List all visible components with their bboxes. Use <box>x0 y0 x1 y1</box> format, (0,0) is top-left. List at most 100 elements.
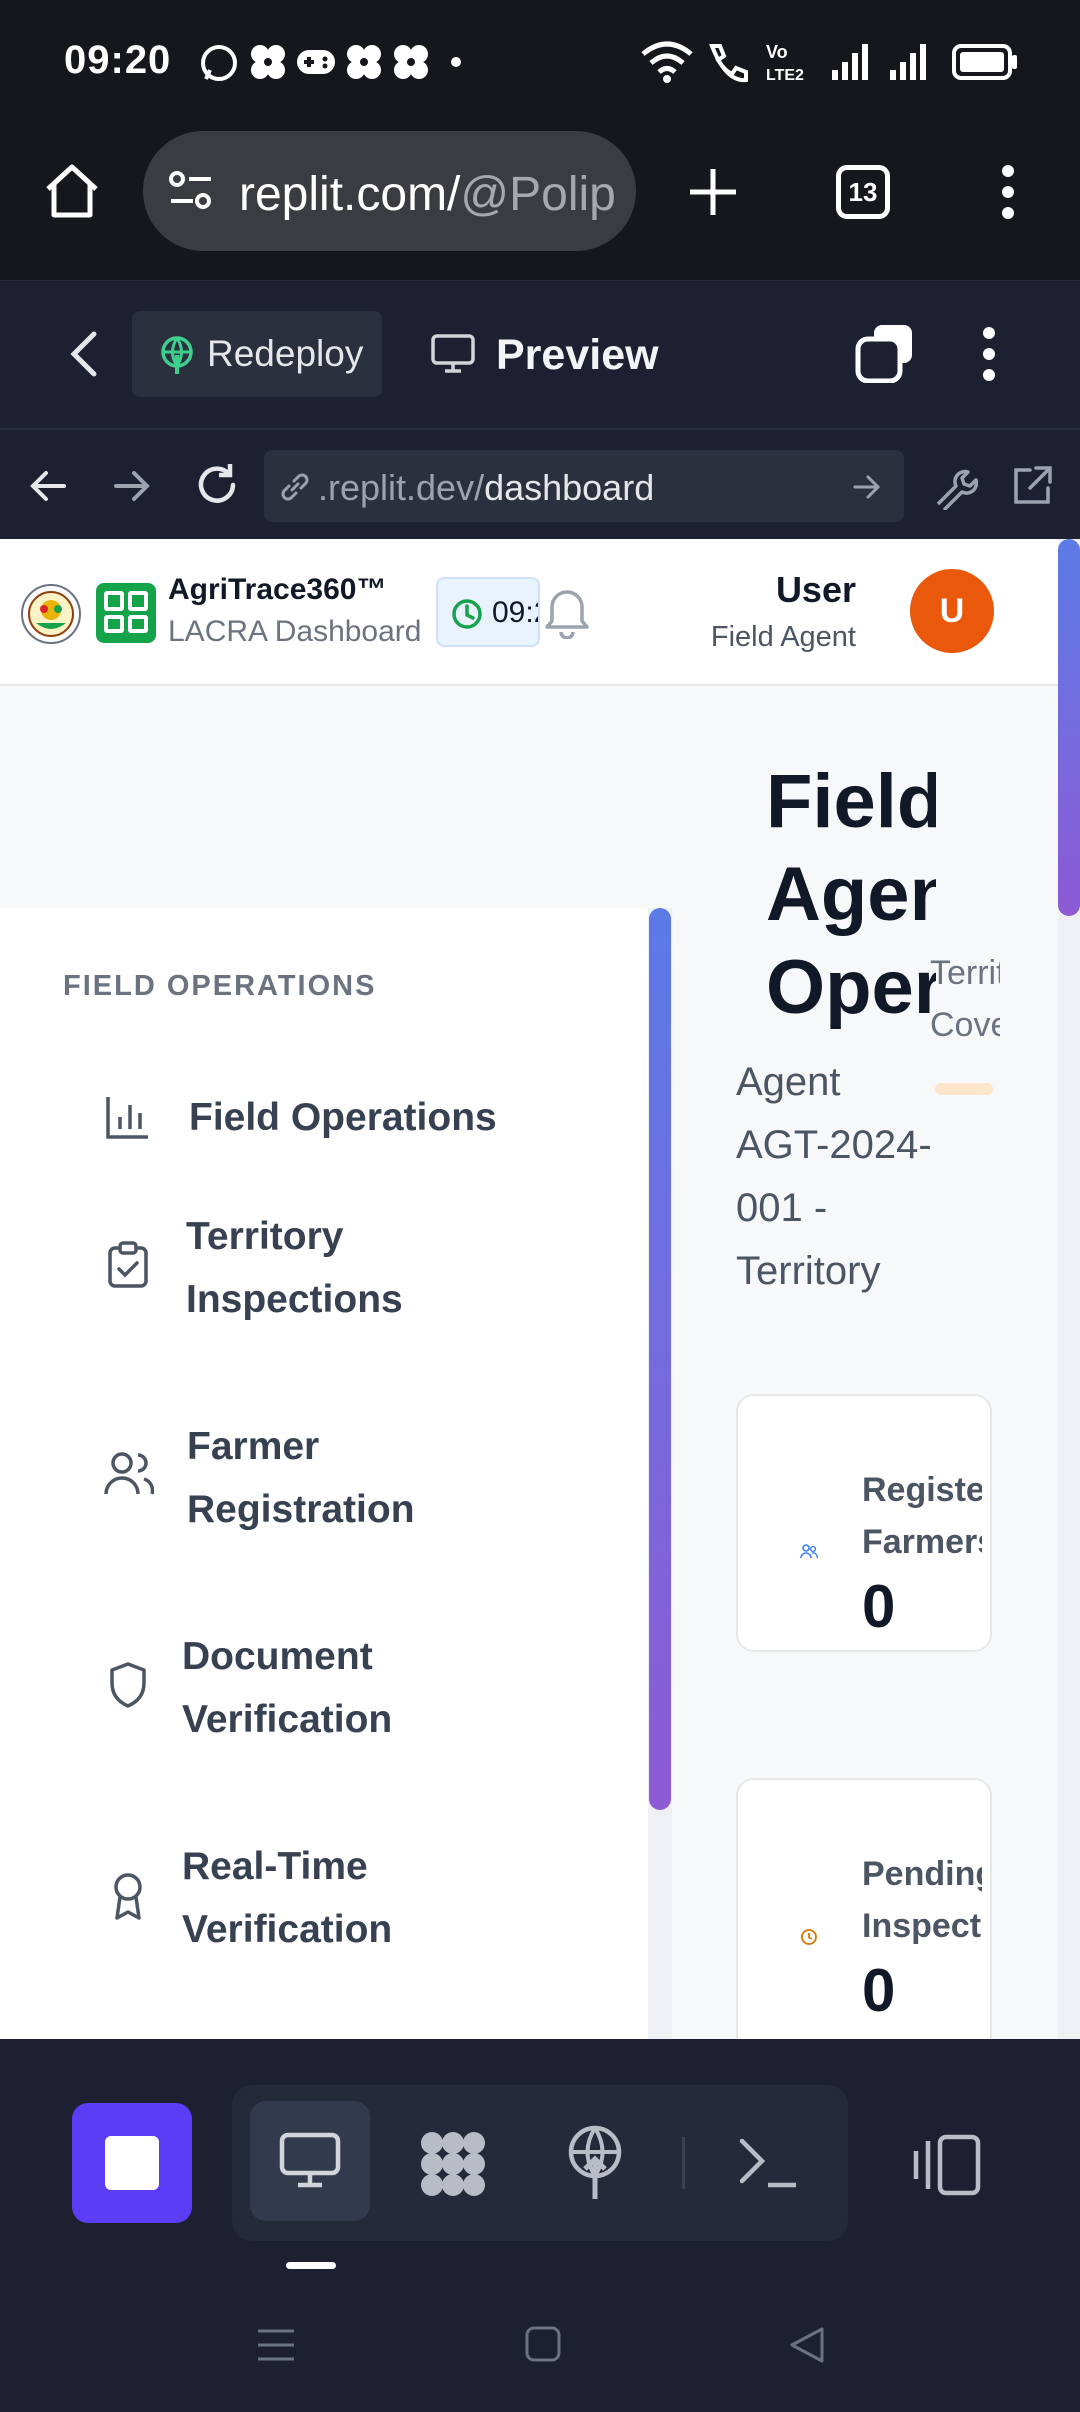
stat-card-pending-inspections[interactable]: Pending Inspections 0 <box>736 1778 992 2039</box>
reload-icon[interactable] <box>194 462 240 508</box>
redeploy-button[interactable]: Redeploy <box>132 311 382 397</box>
page-title-line: Agen <box>766 852 936 937</box>
stop-button[interactable] <box>72 2103 192 2223</box>
webview-navbar: .replit.dev/dashboard <box>0 428 1080 539</box>
home-icon[interactable] <box>42 161 102 221</box>
wrench-icon[interactable] <box>932 464 978 510</box>
open-external-icon[interactable] <box>1010 464 1054 508</box>
deploy-icon[interactable] <box>566 2125 624 2201</box>
dock-tab-group <box>232 2085 848 2241</box>
tab-count-button[interactable]: 13 <box>836 165 890 219</box>
back-chevron-icon[interactable] <box>64 329 104 379</box>
clock-time: 09:20 <box>492 596 538 629</box>
stat-card-title: Pending <box>862 1855 982 1893</box>
stop-icon <box>105 2136 159 2190</box>
url-bar[interactable]: replit.com/@Polip <box>143 131 636 251</box>
stat-card-registered-farmers[interactable]: Registered Farmers 0 <box>736 1394 992 1652</box>
recent-apps-icon[interactable] <box>256 2327 296 2363</box>
redeploy-label: Redeploy <box>207 333 364 374</box>
shield-icon <box>110 1662 146 1708</box>
signal-icon <box>832 44 868 80</box>
page-subtitle: Agent AGT-2024- 001 - Territory <box>736 1051 936 1303</box>
territory-coverage-line: Territory <box>930 954 1000 992</box>
back-triangle-icon[interactable] <box>788 2325 826 2365</box>
svg-text:LTE2: LTE2 <box>766 67 804 84</box>
avatar[interactable]: U <box>910 569 994 653</box>
browser-toolbar: replit.com/@Polip 13 <box>0 125 1080 280</box>
back-arrow-icon[interactable] <box>28 466 68 506</box>
monitor-icon[interactable] <box>430 333 476 375</box>
sidebar-scrollbar[interactable] <box>648 908 672 2039</box>
clock-icon <box>452 599 482 629</box>
replit-toolbar: Redeploy Preview <box>0 280 1080 428</box>
replit-bottom-dock <box>0 2039 1080 2281</box>
coverage-progress-bar <box>935 1083 993 1095</box>
whatsapp-icon <box>201 45 237 81</box>
fan-icon <box>251 45 285 79</box>
clipboard-check-icon <box>108 1241 148 1288</box>
tab-preview-selected[interactable] <box>250 2101 370 2221</box>
panels-icon[interactable] <box>912 2133 984 2197</box>
battery-icon <box>952 44 1017 80</box>
brand-subtitle: LACRA Dashboard <box>168 615 422 648</box>
agritrace-logo <box>96 583 156 643</box>
home-button-icon[interactable] <box>524 2325 562 2363</box>
forward-arrow-icon[interactable] <box>112 466 152 506</box>
more-options-icon[interactable] <box>976 325 1002 383</box>
gamepad-icon <box>297 50 335 74</box>
brand-name: AgriTrace360™ <box>168 573 387 606</box>
site-settings-icon[interactable] <box>167 169 215 213</box>
webview-address-bar[interactable]: .replit.dev/dashboard <box>264 450 904 522</box>
user-name: User <box>775 569 856 610</box>
signal-icon <box>890 44 926 80</box>
active-tab-indicator <box>286 2262 336 2269</box>
users-icon <box>104 1452 154 1495</box>
volte-icon: Vo LTE2 <box>766 42 804 84</box>
award-icon <box>114 1873 142 1920</box>
apps-icon[interactable] <box>416 2127 490 2201</box>
stat-card-title: Farmers <box>862 1523 982 1561</box>
dot-icon <box>451 57 461 67</box>
go-arrow-icon[interactable] <box>852 472 882 502</box>
page-scrollbar[interactable] <box>1058 539 1080 2039</box>
more-options-icon[interactable] <box>994 163 1022 221</box>
page-title-line: Oper <box>766 945 936 1030</box>
sidebar-item-label: Farmer Registration <box>187 1425 415 1531</box>
stat-card-value: 0 <box>862 1957 896 2024</box>
link-icon <box>281 473 309 501</box>
sidebar-item-label: Territory Inspections <box>186 1215 403 1321</box>
stat-card-title: Inspections <box>862 1907 982 1945</box>
sidebar-item-farmer-registration[interactable]: Farmer Registration <box>0 1393 640 1573</box>
url-host: replit.com/ <box>239 168 461 221</box>
tabs-switcher-icon[interactable] <box>854 323 916 383</box>
status-time: 09:20 <box>64 38 172 82</box>
address-path: dashboard <box>484 467 655 508</box>
wifi-icon <box>641 41 693 83</box>
stat-card-title: Registered <box>862 1471 982 1509</box>
url-path: @Polip <box>460 168 616 221</box>
deploy-icon <box>161 336 193 374</box>
lacra-seal-logo <box>21 584 81 644</box>
bar-chart-icon <box>106 1097 148 1139</box>
page-scrollbar-thumb[interactable] <box>1058 539 1080 916</box>
page-subtitle-line: Agent <box>736 1060 841 1104</box>
new-tab-icon[interactable] <box>686 165 740 219</box>
status-bar: 09:20 Vo LTE2 <box>0 0 1080 125</box>
fan-icon <box>394 45 428 79</box>
notification-bell-icon[interactable] <box>542 583 592 639</box>
sidebar-item-field-operations[interactable]: Field Operations <box>0 1048 640 1178</box>
user-role: Field Agent <box>710 621 856 653</box>
sidebar-scrollbar-thumb[interactable] <box>649 908 671 1810</box>
preview-tab-label[interactable]: Preview <box>496 331 659 380</box>
sidebar-item-label: Field Operations <box>189 1096 497 1139</box>
sidebar-item-territory-inspections[interactable]: Territory Inspections <box>0 1183 640 1363</box>
stat-card-value: 0 <box>862 1573 896 1640</box>
terminal-icon[interactable] <box>738 2135 800 2191</box>
sidebar-item-real-time-verification[interactable]: Real-Time Verification <box>0 1813 640 1993</box>
sidebar-heading: FIELD OPERATIONS <box>63 970 377 1002</box>
territory-coverage-label: Territory Coverage <box>930 947 1000 1051</box>
dock-divider <box>682 2137 685 2189</box>
sidebar-item-document-verification[interactable]: Document Verification <box>0 1603 640 1783</box>
clock-widget: 09:20 <box>436 577 540 647</box>
fan-icon <box>347 45 381 79</box>
